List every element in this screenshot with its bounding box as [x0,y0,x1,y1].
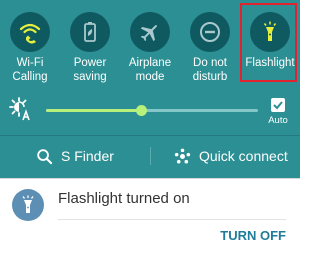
tile-power-saving[interactable]: Power saving [60,0,120,90]
airplane-icon [140,25,157,42]
quick-connect-label: Quick connect [199,148,288,164]
quick-connect-icon [174,148,191,163]
brightness-slider[interactable] [46,105,258,116]
s-finder-label: S Finder [61,148,114,164]
quick-settings-tiles: Wi-Fi Calling Power saving Airplane mode [0,0,300,90]
power-saving-icon [84,22,96,42]
tile-label: Flashlight [245,57,295,69]
wifi-calling-icon [19,23,41,44]
tile-flashlight[interactable]: Flashlight [240,0,300,90]
do-not-disturb-icon [200,22,220,42]
bar-separator [150,147,151,165]
s-finder-button[interactable]: S Finder [36,136,114,176]
brightness-slider-thumb[interactable] [136,105,148,116]
flashlight-notification[interactable]: Flashlight turned on TURN OFF [0,178,300,259]
tile-label: Power saving [73,57,107,83]
tile-label: Wi-Fi Calling [12,57,48,83]
notification-divider [58,219,286,220]
tile-airplane-mode[interactable]: Airplane mode [120,0,180,90]
tile-circle [70,12,110,52]
checkmark-icon [273,101,283,110]
tile-circle [130,12,170,52]
tile-label: Airplane mode [128,57,172,83]
brightness-slider-fill [46,109,142,112]
tile-label: Do not disturb [192,57,228,83]
finder-quick-connect-bar: S Finder Quick connect [0,136,300,176]
flashlight-icon [263,21,277,41]
tile-circle [10,12,50,52]
search-icon [37,148,53,164]
notification-title: Flashlight turned on [58,190,190,207]
flashlight-icon [22,195,34,213]
auto-brightness-checkbox[interactable] [271,98,285,112]
notification-panel: Wi-Fi Calling Power saving Airplane mode [0,0,300,180]
notification-icon [12,189,44,221]
auto-brightness-icon [9,97,30,121]
tile-do-not-disturb[interactable]: Do not disturb [180,0,240,90]
tile-wifi-calling[interactable]: Wi-Fi Calling [0,0,60,90]
tile-circle [250,12,290,52]
quick-connect-button[interactable]: Quick connect [174,136,288,176]
auto-brightness-label: Auto [268,115,288,126]
turn-off-button[interactable]: TURN OFF [220,228,286,243]
tile-circle [190,12,230,52]
brightness-row: Auto [0,92,300,130]
